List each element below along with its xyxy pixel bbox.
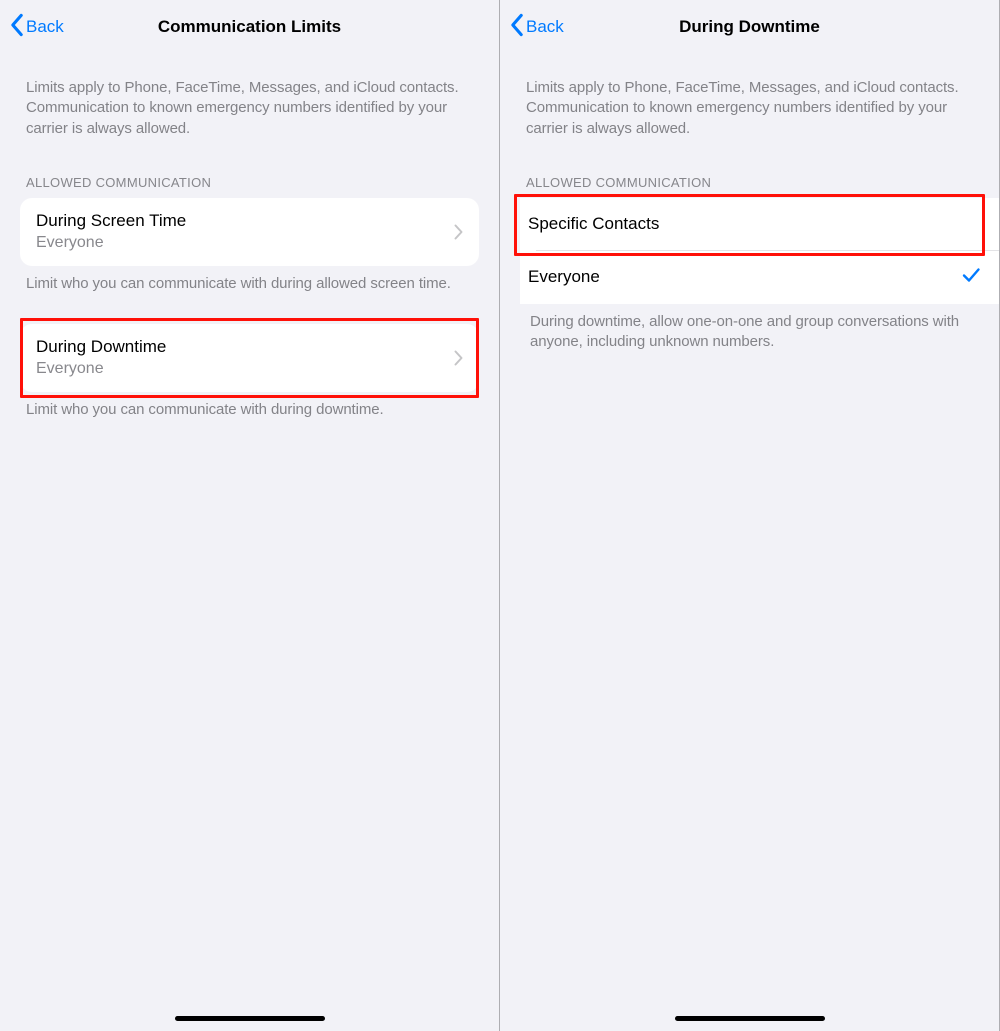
checkmark-icon	[961, 265, 981, 290]
row-subtitle: Everyone	[36, 359, 454, 380]
footer-text: During downtime, allow one-on-one and gr…	[500, 304, 999, 353]
row-subtitle: Everyone	[36, 233, 454, 254]
page-title: During Downtime	[512, 17, 987, 37]
back-label: Back	[26, 17, 64, 37]
pane-during-downtime: Back During Downtime Limits apply to Pho…	[500, 0, 1000, 1031]
row-title: During Screen Time	[36, 210, 454, 232]
row-title: During Downtime	[36, 336, 454, 358]
option-label: Specific Contacts	[528, 213, 981, 235]
navbar: Back During Downtime	[500, 0, 999, 54]
row-during-downtime[interactable]: During Downtime Everyone	[20, 324, 479, 392]
footer-text: Limit who you can communicate with durin…	[0, 392, 499, 420]
row-during-screen-time[interactable]: During Screen Time Everyone	[20, 198, 479, 266]
description-text: Limits apply to Phone, FaceTime, Message…	[500, 78, 999, 139]
list-group: During Screen Time Everyone	[20, 198, 479, 266]
option-specific-contacts[interactable]: Specific Contacts	[520, 198, 999, 250]
home-indicator[interactable]	[675, 1016, 825, 1021]
navbar: Back Communication Limits	[0, 0, 499, 54]
chevron-right-icon	[454, 224, 463, 240]
chevron-left-icon	[508, 13, 526, 42]
page-title: Communication Limits	[12, 17, 487, 37]
list-group: During Downtime Everyone	[20, 324, 479, 392]
back-label: Back	[526, 17, 564, 37]
chevron-left-icon	[8, 13, 26, 42]
section-header: ALLOWED COMMUNICATION	[0, 139, 499, 198]
back-button[interactable]: Back	[508, 13, 564, 42]
content: Limits apply to Phone, FaceTime, Message…	[0, 54, 499, 420]
back-button[interactable]: Back	[8, 13, 64, 42]
footer-text: Limit who you can communicate with durin…	[0, 266, 499, 294]
home-indicator[interactable]	[175, 1016, 325, 1021]
pane-communication-limits: Back Communication Limits Limits apply t…	[0, 0, 500, 1031]
option-label: Everyone	[528, 266, 961, 288]
content: Limits apply to Phone, FaceTime, Message…	[500, 54, 999, 352]
description-text: Limits apply to Phone, FaceTime, Message…	[0, 78, 499, 139]
chevron-right-icon	[454, 350, 463, 366]
option-everyone[interactable]: Everyone	[520, 251, 999, 304]
options-list: Specific Contacts Everyone	[520, 198, 999, 304]
section-header: ALLOWED COMMUNICATION	[500, 139, 999, 198]
